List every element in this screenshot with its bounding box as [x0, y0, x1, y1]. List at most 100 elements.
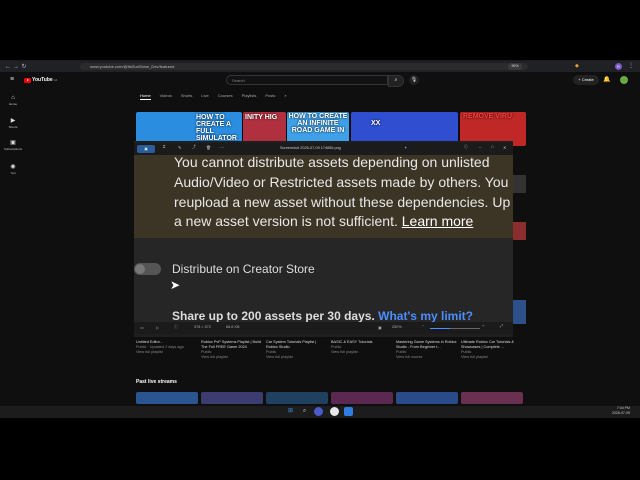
playlist-link[interactable]: View full playlist — [201, 355, 263, 360]
zoom-level[interactable]: 250% — [392, 325, 402, 329]
warning-line: Audio/Video or Restricted assets made by… — [174, 174, 509, 190]
thumbnail-text: INITY HIG — [245, 114, 278, 121]
tab-home[interactable]: Home — [140, 93, 151, 100]
forward-icon[interactable]: → — [12, 63, 20, 71]
playlist-card[interactable]: Car System Tutorials Playlist | Roblox S… — [266, 340, 328, 360]
slideshow-icon[interactable]: ▷ — [156, 325, 159, 330]
search-taskbar-icon[interactable]: ⌕ — [300, 407, 309, 416]
warning-line: reupload a new asset without these depen… — [174, 194, 511, 210]
viewer-app-icon[interactable]: ▣ — [137, 145, 155, 153]
start-icon[interactable]: ⊞ — [286, 407, 295, 416]
file-size: 68.6 KB — [226, 325, 240, 329]
clock-date: 2026-07-09 — [612, 411, 630, 415]
live-thumbnail[interactable] — [331, 392, 393, 404]
tab-posts[interactable]: Posts — [265, 93, 275, 100]
filmstrip-icon[interactable]: ▭ — [140, 325, 144, 330]
share-icon[interactable]: ⤴ — [192, 145, 196, 150]
mouse-cursor-icon: ➤ — [170, 278, 181, 292]
minimize-icon[interactable]: – — [479, 145, 481, 149]
rail-item-home[interactable]: ⌂ Home — [3, 95, 23, 106]
creator-store-label: Distribute on Creator Store — [172, 262, 315, 276]
rail-item-subscriptions[interactable]: ▣ Subscriptions — [3, 139, 23, 151]
playlist-title: Mastering Game Systems in Roblox Studio … — [396, 340, 457, 349]
search-input[interactable]: Search — [226, 75, 388, 85]
live-thumbnail[interactable] — [201, 392, 263, 404]
toggle-knob — [135, 264, 145, 274]
create-label: Create — [581, 77, 594, 82]
playlist-link[interactable]: View full playlist — [461, 355, 523, 360]
live-thumbnail[interactable] — [266, 392, 328, 404]
tab-videos[interactable]: Videos — [160, 93, 172, 100]
rail-item-you[interactable]: ◉ You — [3, 163, 23, 175]
shorts-icon: ▶ — [10, 118, 16, 124]
warning-line: You cannot distribute assets depending o… — [174, 154, 490, 170]
avatar[interactable] — [620, 76, 628, 84]
image-dimensions: 378 × 572 — [194, 325, 211, 329]
hamburger-icon[interactable]: ≡ — [10, 76, 14, 83]
you-icon: ◉ — [10, 164, 16, 170]
tab-live[interactable]: Live — [201, 93, 208, 100]
delete-icon[interactable]: 🗑 — [206, 145, 211, 150]
tab-shorts[interactable]: Shorts — [181, 93, 193, 100]
chrome-icon[interactable] — [330, 407, 339, 416]
playlist-title: Ultimate Roblox Car Tutorials & Showcase… — [461, 340, 514, 349]
share-limit-text: Share up to 200 assets per 30 days. What… — [172, 309, 473, 323]
playlist-link[interactable]: View full course — [396, 355, 458, 360]
side-thumbnail[interactable] — [512, 175, 526, 193]
past-live-heading: Past live streams — [136, 379, 177, 385]
rail-label: Shorts — [8, 125, 18, 129]
info-icon[interactable]: ⓘ — [464, 145, 468, 150]
tab-playlists[interactable]: Playlists — [242, 93, 257, 100]
fit-icon[interactable]: ▣ — [378, 325, 382, 330]
create-button[interactable]: + Create — [573, 75, 599, 85]
zoom-slider[interactable] — [430, 328, 480, 329]
info-circle-icon[interactable]: ⓘ — [174, 325, 178, 330]
playlist-card[interactable]: Mastering Game Systems in Roblox Studio … — [396, 340, 458, 360]
tab-courses[interactable]: Courses — [218, 93, 233, 100]
live-thumbnail[interactable] — [136, 392, 198, 404]
warning-line-text: a new asset version is not sufficient. — [174, 213, 398, 229]
side-thumbnail[interactable] — [512, 222, 526, 240]
menu-icon[interactable]: ⋮ — [628, 62, 634, 69]
playlist-card[interactable]: BASIC & EASY Tutorials Public View full pl… — [331, 340, 393, 355]
reload-icon[interactable]: ↻ — [20, 63, 28, 71]
markup-icon[interactable]: ✎ — [178, 145, 181, 150]
limit-link[interactable]: What's my limit? — [378, 309, 473, 323]
learn-more-link[interactable]: Learn more — [402, 213, 474, 229]
fullscreen-icon[interactable]: ⤢ — [500, 324, 503, 328]
address-bar[interactable]: www.youtube.com/@ItsSunShine_Dev/feature… — [80, 63, 528, 70]
live-thumbnail[interactable] — [461, 392, 523, 404]
playlist-link[interactable]: View full playlist — [266, 355, 328, 360]
zoom-indicator[interactable]: 90% — [508, 63, 522, 70]
side-thumbnail[interactable] — [512, 300, 526, 324]
channel-search-icon[interactable]: ⌕ — [284, 93, 286, 100]
channel-tabs: Home Videos Shorts Live Courses Playlist… — [140, 93, 287, 100]
youtube-logo[interactable]: YouTube CA — [24, 77, 57, 83]
playlist-link[interactable]: View full playlist — [331, 350, 393, 355]
live-thumbnail[interactable] — [396, 392, 458, 404]
zoom-out-icon[interactable]: − — [422, 324, 424, 328]
playlist-card[interactable]: Ultimate Roblox Car Tutorials & Showcase… — [461, 340, 523, 360]
maximize-icon[interactable]: □ — [491, 145, 493, 149]
warning-line-last: a new asset version is not sufficient. L… — [174, 212, 473, 231]
close-icon[interactable]: ✕ — [503, 145, 506, 150]
discord-icon[interactable] — [314, 407, 323, 416]
crop-icon[interactable]: ⌗ — [163, 145, 165, 149]
rail-label: You — [10, 171, 16, 175]
system-clock[interactable]: 7:04 PM 2026-07-09 — [612, 406, 630, 416]
bell-icon[interactable]: 🔔 — [603, 76, 610, 83]
more-icon[interactable]: ⋯ — [220, 145, 224, 150]
extensions-icon[interactable]: ◆ — [575, 63, 579, 69]
photos-icon[interactable] — [344, 407, 353, 416]
thumbnail-text: REMOVE VIRU — [463, 113, 513, 120]
search-icon[interactable]: ⌕ — [388, 75, 404, 87]
back-icon[interactable]: ← — [4, 63, 12, 71]
rail-item-shorts[interactable]: ▶ Shorts — [3, 117, 23, 129]
playlist-card[interactable]: Roblox PvP Systems Playlist | Build The … — [201, 340, 263, 360]
zoom-in-icon[interactable]: + — [482, 324, 484, 328]
mic-icon[interactable]: 🎙 — [409, 75, 419, 85]
edit-icon[interactable]: ✦ — [404, 145, 407, 150]
thumbnail-text: XX — [371, 120, 381, 127]
profile-avatar[interactable]: R — [615, 63, 622, 70]
youtube-play-icon — [24, 77, 31, 83]
